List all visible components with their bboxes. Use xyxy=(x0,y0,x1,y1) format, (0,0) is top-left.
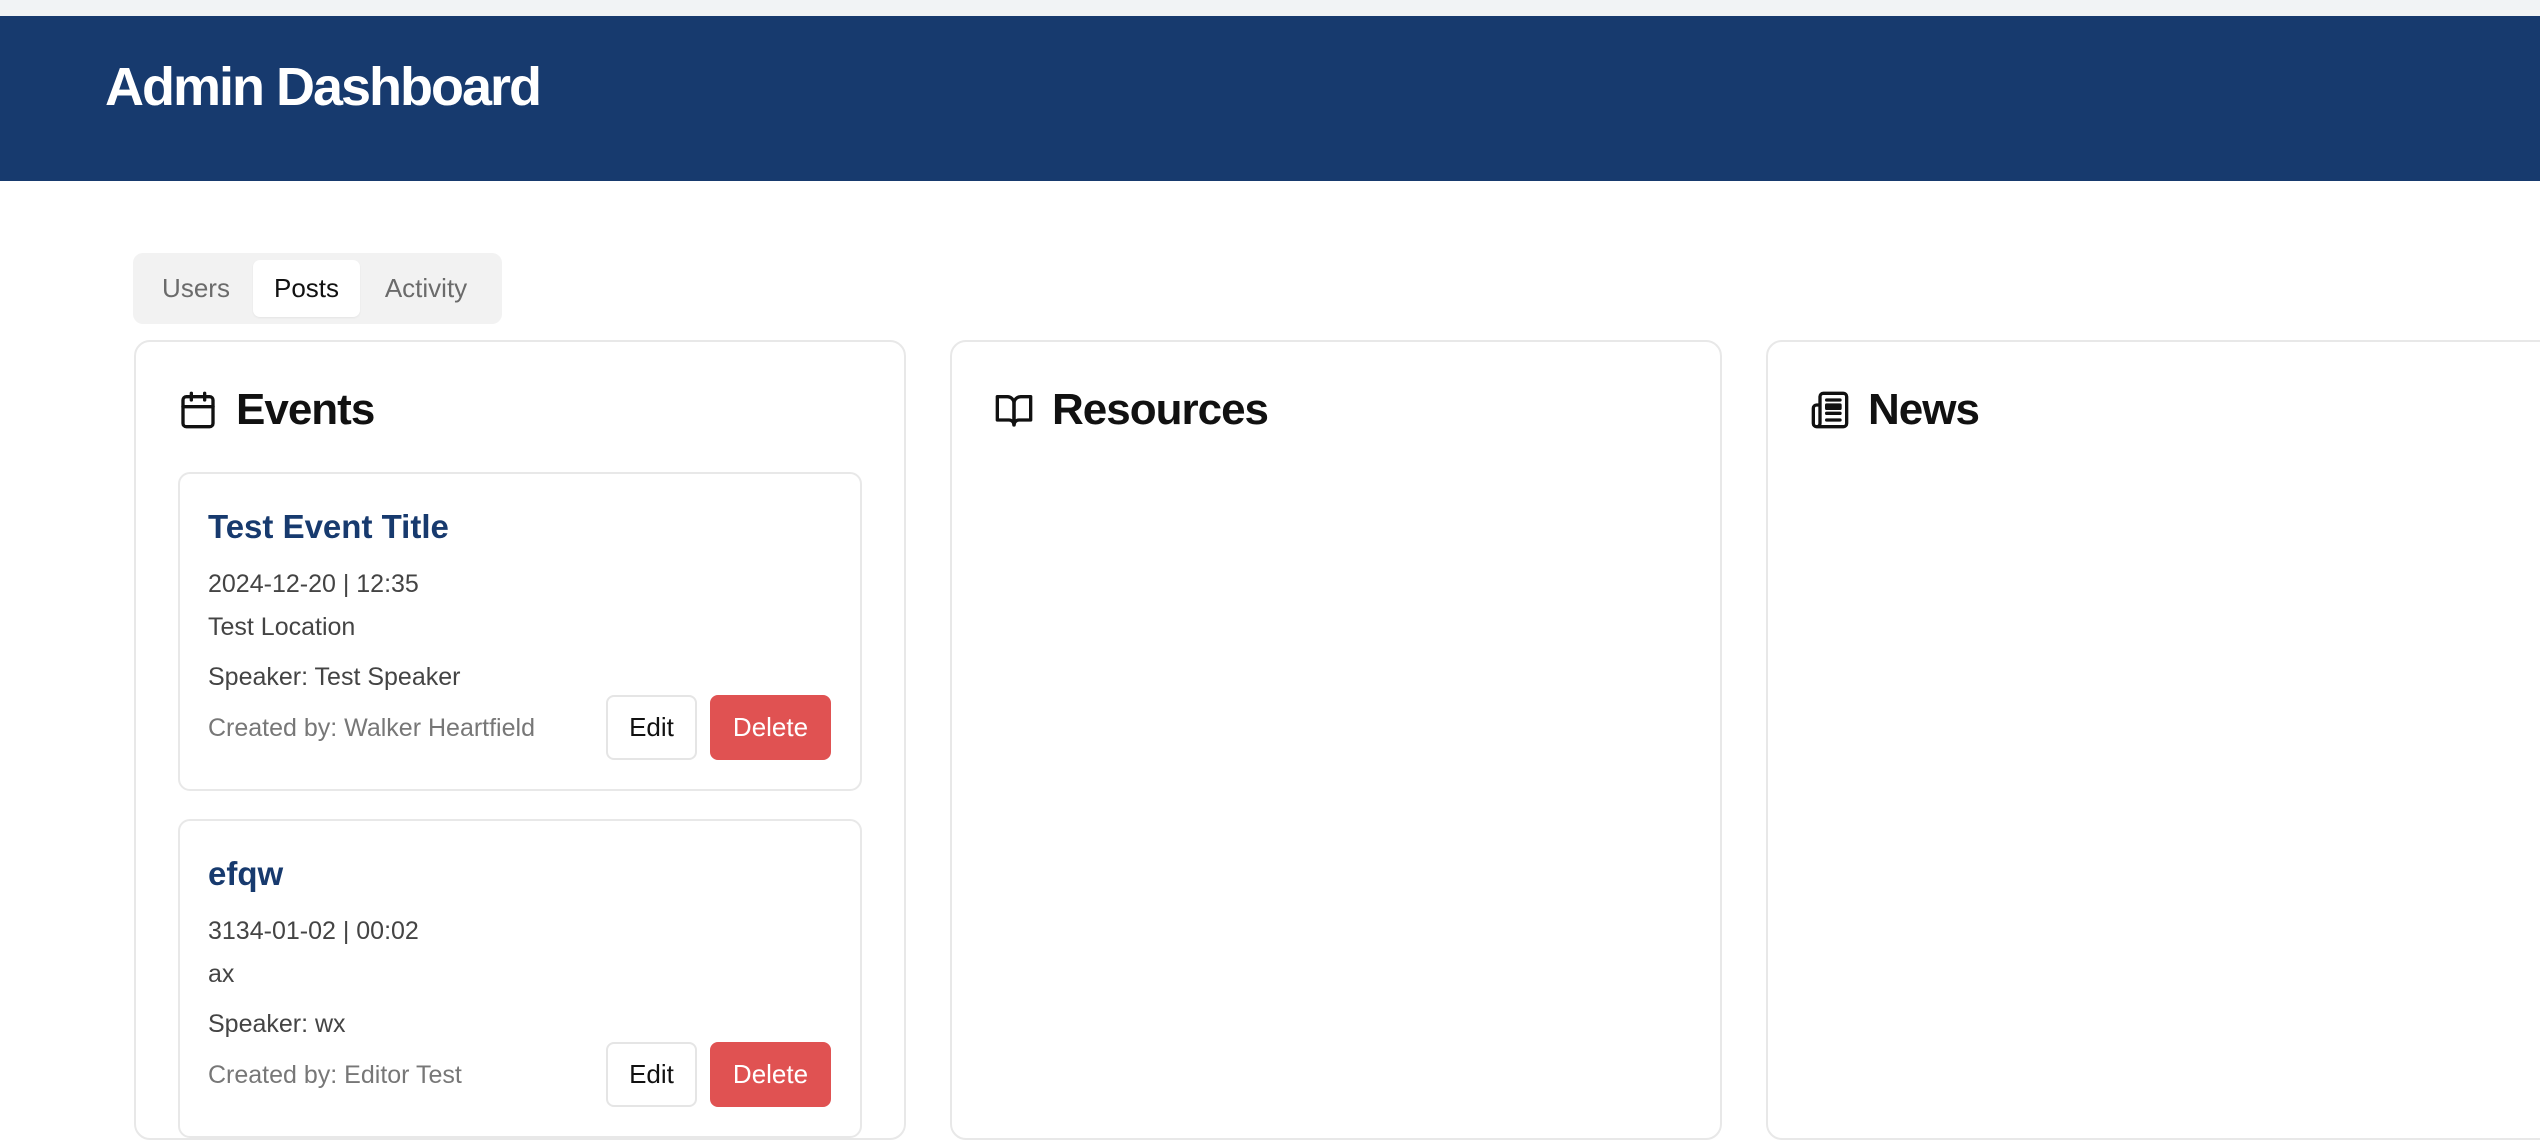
app-header: Admin Dashboard xyxy=(0,16,2540,181)
event-card: Test Event Title 2024-12-20 | 12:35 Test… xyxy=(178,472,862,791)
edit-button[interactable]: Edit xyxy=(606,695,697,760)
event-speaker: Speaker: wx xyxy=(208,1010,346,1038)
resources-panel-header: Resources xyxy=(994,382,1269,438)
events-panel-header: Events xyxy=(178,382,375,438)
news-title: News xyxy=(1868,385,1980,434)
edit-button[interactable]: Edit xyxy=(606,1042,697,1107)
tab-list: Users Posts Activity xyxy=(133,253,502,324)
event-title[interactable]: efqw xyxy=(208,857,283,890)
resources-title: Resources xyxy=(1052,385,1269,434)
page-title: Admin Dashboard xyxy=(105,57,542,117)
event-datetime: 3134-01-02 | 00:02 xyxy=(208,917,419,945)
resources-panel: Resources xyxy=(950,340,1722,1140)
tab-users[interactable]: Users xyxy=(153,260,239,317)
event-location: ax xyxy=(208,960,235,988)
event-created-by: Created by: Walker Heartfield xyxy=(208,714,535,742)
calendar-icon xyxy=(181,391,215,429)
events-title: Events xyxy=(236,385,375,434)
event-datetime: 2024-12-20 | 12:35 xyxy=(208,570,419,598)
event-speaker: Speaker: Test Speaker xyxy=(208,663,461,691)
delete-button[interactable]: Delete xyxy=(710,695,831,760)
newspaper-icon xyxy=(1811,391,1849,429)
news-panel: News xyxy=(1766,340,2540,1140)
event-title[interactable]: Test Event Title xyxy=(208,510,449,543)
tab-posts[interactable]: Posts xyxy=(253,260,360,317)
tab-activity[interactable]: Activity xyxy=(368,260,484,317)
events-panel: Events Test Event Title 2024-12-20 | 12:… xyxy=(134,340,906,1140)
book-open-icon xyxy=(995,395,1033,427)
event-location: Test Location xyxy=(208,613,356,641)
delete-button[interactable]: Delete xyxy=(710,1042,831,1107)
browser-top-strip xyxy=(0,0,2540,16)
event-card: efqw 3134-01-02 | 00:02 ax Speaker: wx C… xyxy=(178,819,862,1138)
event-created-by: Created by: Editor Test xyxy=(208,1061,462,1089)
news-panel-header: News xyxy=(1810,382,1980,438)
